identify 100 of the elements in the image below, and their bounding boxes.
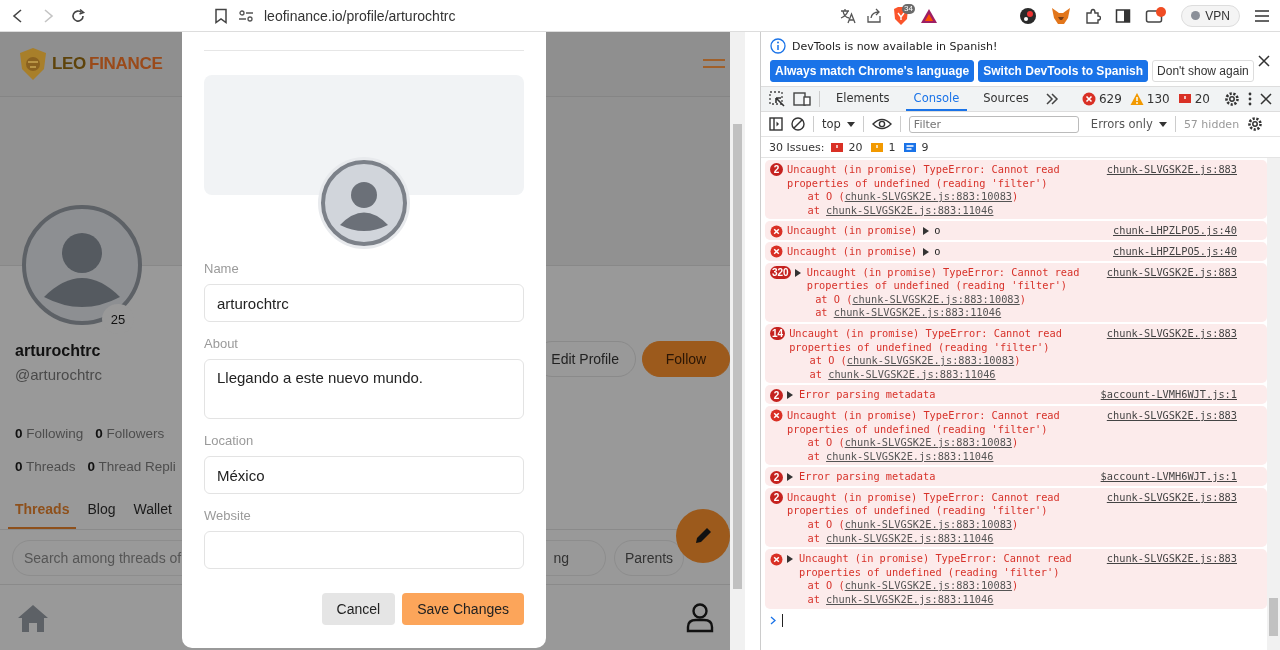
save-changes-button[interactable]: Save Changes — [402, 593, 524, 625]
text-area[interactable]: Llegando a este nuevo mundo. — [204, 359, 524, 419]
count-text[interactable]: 20 — [1194, 92, 1210, 106]
info-icon[interactable] — [903, 140, 918, 154]
kebab-menu-icon[interactable] — [1248, 92, 1252, 106]
source-link[interactable]: $account-LVMH6WJT.js:1 — [1100, 470, 1237, 484]
vpn-button[interactable]: VPN — [1181, 4, 1240, 27]
stat-text[interactable]: 0 Following — [15, 426, 84, 441]
expand-arrow-icon[interactable] — [787, 555, 793, 564]
error-icon[interactable] — [1081, 92, 1096, 106]
count-text[interactable]: 1 — [888, 140, 896, 154]
expand-arrow-icon[interactable] — [923, 247, 930, 256]
settings-icon[interactable] — [1224, 91, 1240, 107]
source-link[interactable]: chunk-SLVGSK2E.js:883 — [1106, 408, 1237, 423]
user-icon[interactable] — [686, 602, 714, 633]
compose-button[interactable] — [676, 509, 730, 563]
close-icon[interactable] — [1260, 93, 1272, 105]
tab[interactable]: Sources — [975, 87, 1037, 111]
stack-frame: at chunk-SLVGSK2E.js:883:11046 — [787, 593, 1099, 607]
count-text[interactable]: 9 — [921, 140, 929, 154]
translate-icon[interactable] — [840, 7, 856, 24]
site-info-icon[interactable] — [238, 8, 254, 23]
source-link[interactable]: chunk-SLVGSK2E.js:883:10083 — [844, 518, 1013, 531]
reload-icon[interactable] — [70, 7, 86, 24]
share-icon[interactable] — [866, 7, 882, 24]
source-link[interactable]: chunk-SLVGSK2E.js:883:11046 — [826, 449, 994, 462]
count-text[interactable]: 20 — [848, 140, 863, 154]
source-link[interactable]: chunk-LHPZLPO5.js:40 — [1113, 224, 1237, 238]
source-link[interactable]: chunk-SLVGSK2E.js:883:10083 — [852, 292, 1020, 305]
source-link[interactable]: chunk-SLVGSK2E.js:883:10083 — [844, 579, 1013, 592]
eye-icon[interactable] — [871, 118, 892, 130]
source-link[interactable]: chunk-SLVGSK2E.js:883 — [1106, 163, 1237, 177]
stack-frame: at chunk-SLVGSK2E.js:883:11046 — [787, 531, 1099, 546]
levels-dropdown[interactable]: Errors only — [1090, 117, 1167, 131]
expand-arrow-icon[interactable] — [787, 473, 793, 482]
scrollbar[interactable] — [1267, 158, 1280, 650]
inspect-icon[interactable] — [769, 91, 785, 107]
stat-text[interactable]: 0 Thread Repli — [87, 459, 176, 474]
fox-icon[interactable] — [1051, 6, 1072, 25]
issue-icon[interactable] — [830, 140, 845, 154]
source-link[interactable]: chunk-SLVGSK2E.js:883:11046 — [826, 203, 994, 216]
clear-icon[interactable] — [791, 117, 805, 131]
object-label[interactable]: o — [934, 244, 941, 259]
source-link[interactable]: chunk-SLVGSK2E.js:883:10083 — [846, 354, 1015, 367]
scrollbar-thumb[interactable] — [1269, 598, 1278, 636]
expand-arrow-icon[interactable] — [787, 391, 793, 400]
puzzle-icon[interactable] — [1085, 7, 1102, 24]
scrollbar[interactable] — [730, 32, 745, 650]
device-icon[interactable] — [793, 91, 811, 107]
sidebar-icon[interactable] — [1115, 7, 1132, 24]
filter-field[interactable]: Filter — [908, 115, 1079, 133]
scrollbar-thumb[interactable] — [733, 124, 742, 589]
source-link[interactable]: chunk-SLVGSK2E.js:883:11046 — [833, 306, 1002, 319]
source-link[interactable]: chunk-SLVGSK2E.js:883:11046 — [826, 593, 994, 606]
count-text[interactable]: 629 — [1098, 92, 1122, 106]
source-link[interactable]: chunk-SLVGSK2E.js:883:11046 — [828, 367, 996, 380]
tab[interactable]: Blog — [80, 501, 123, 529]
wallet-icon[interactable] — [1145, 6, 1168, 25]
source-link[interactable]: chunk-SLVGSK2E.js:883:10083 — [844, 190, 1013, 203]
source-link[interactable]: chunk-SLVGSK2E.js:883 — [1106, 552, 1237, 566]
source-link[interactable]: chunk-LHPZLPO5.js:40 — [1113, 244, 1237, 259]
source-link[interactable]: chunk-SLVGSK2E.js:883:11046 — [826, 531, 994, 544]
input-field[interactable] — [204, 531, 524, 569]
triangle-icon[interactable] — [920, 7, 938, 24]
issue-icon[interactable] — [1177, 92, 1192, 106]
source-link[interactable]: chunk-SLVGSK2E.js:883:10083 — [844, 436, 1013, 449]
error-icon — [770, 245, 783, 259]
infobar-button[interactable]: Switch DevTools to Spanish — [978, 60, 1149, 82]
source-link[interactable]: $account-LVMH6WJT.js:1 — [1100, 388, 1237, 402]
avatar[interactable] — [321, 160, 407, 246]
extension-icon[interactable] — [1019, 6, 1038, 25]
tab[interactable]: Console — [905, 87, 968, 111]
count-text[interactable]: 130 — [1146, 92, 1170, 106]
tab[interactable]: Wallet — [126, 501, 179, 529]
input-field[interactable]: México — [204, 456, 524, 494]
issues-label[interactable]: 30 Issues: — [769, 140, 825, 154]
source-link[interactable]: chunk-SLVGSK2E.js:883 — [1106, 265, 1237, 280]
input-field[interactable]: arturochtrc — [204, 284, 524, 322]
bookmark-icon[interactable] — [214, 7, 228, 24]
source-link[interactable]: chunk-SLVGSK2E.js:883 — [1106, 490, 1237, 505]
stat-text[interactable]: 0 Threads — [15, 459, 76, 474]
more-tabs-icon[interactable] — [1044, 93, 1059, 105]
context-dropdown[interactable]: top — [822, 117, 855, 131]
menu-icon[interactable] — [1254, 8, 1270, 23]
infobar-button[interactable]: Always match Chrome's language — [770, 60, 975, 82]
cancel-button[interactable]: Cancel — [321, 593, 396, 625]
infobar-message: DevTools is now available in Spanish! — [792, 39, 998, 53]
tab[interactable]: Elements — [828, 87, 898, 111]
stat-text[interactable]: 0 Followers — [95, 426, 165, 441]
source-link[interactable]: chunk-SLVGSK2E.js:883 — [1106, 326, 1237, 341]
repeat-count-badge: 320 — [770, 265, 791, 279]
infobar-button[interactable]: Don't show again — [1152, 60, 1254, 82]
close-icon[interactable] — [1258, 55, 1270, 67]
message-text: Uncaught (in promise) TypeError: Cannot read properties of undefined (reading 'filter') — [787, 408, 1061, 437]
settings-icon[interactable] — [1247, 116, 1264, 132]
object-label[interactable]: o — [934, 224, 941, 238]
expand-arrow-icon[interactable] — [923, 227, 930, 236]
expand-arrow-icon[interactable] — [794, 268, 801, 277]
sidebar-icon[interactable] — [769, 117, 783, 131]
error-icon — [770, 552, 783, 566]
